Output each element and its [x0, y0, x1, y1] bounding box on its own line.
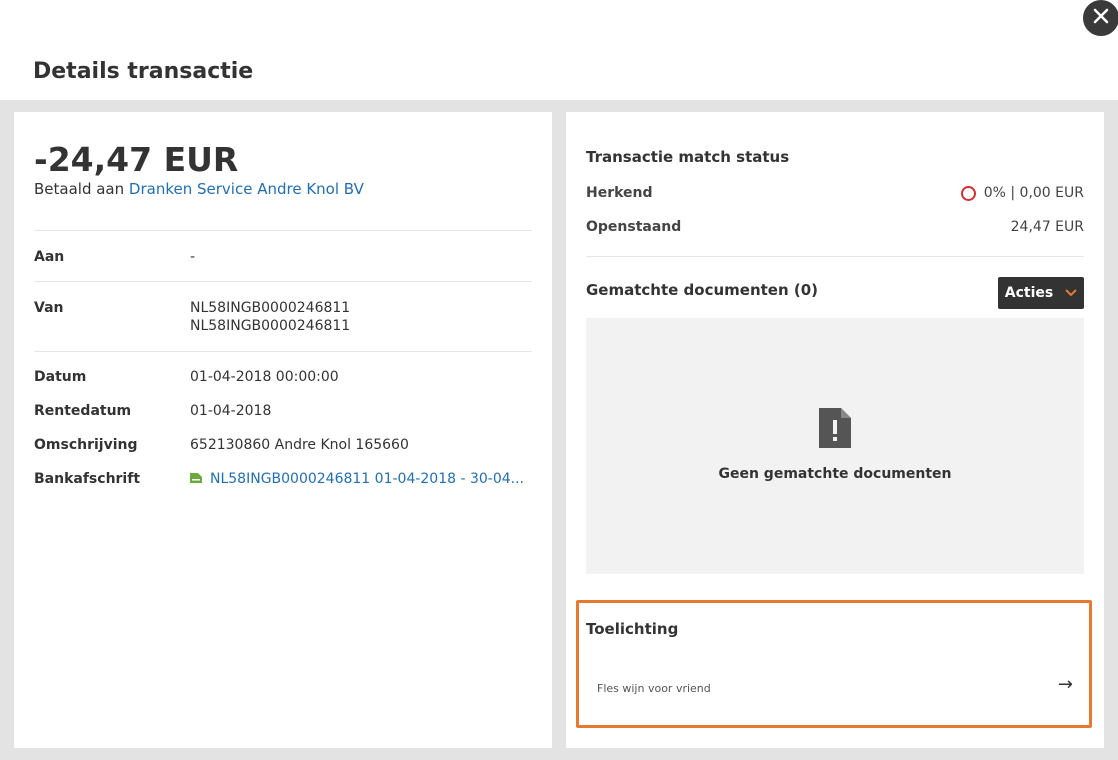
document-warning-icon: [819, 408, 851, 452]
match-status-title: Transactie match status: [586, 148, 790, 166]
divider: [586, 256, 1084, 257]
rentedatum-value: 01-04-2018: [190, 403, 272, 419]
herkend-label: Herkend: [586, 185, 653, 201]
bankafschrift-link[interactable]: NL58INGB0000246811 01-04-2018 - 30-04...: [190, 471, 524, 487]
paid-to-prefix: Betaald aan: [34, 180, 125, 198]
aan-label: Aan: [34, 249, 65, 265]
aan-value: -: [190, 249, 196, 265]
van-value-2: NL58INGB0000246811: [190, 318, 351, 334]
matched-documents-title: Gematchte documenten (0): [586, 281, 819, 299]
divider: [34, 351, 532, 352]
herkend-value-wrap: 0% | 0,00 EUR: [960, 185, 1084, 201]
omschrijving-label: Omschrijving: [34, 437, 138, 453]
status-circle-icon: [960, 185, 976, 201]
herkend-value: 0% | 0,00 EUR: [983, 185, 1084, 201]
modal-header: Details transactie: [0, 0, 1118, 100]
transaction-info-panel: -24,47 EUR Betaald aan Dranken Service A…: [14, 112, 552, 748]
modal-title: Details transactie: [33, 59, 254, 84]
note-input[interactable]: Fles wijn voor vriend: [597, 682, 711, 695]
datum-value: 01-04-2018 00:00:00: [190, 369, 339, 385]
van-label: Van: [34, 300, 64, 316]
actions-button[interactable]: Acties: [998, 277, 1084, 309]
bank-statement-icon: [190, 471, 202, 487]
bankafschrift-label: Bankafschrift: [34, 471, 141, 487]
paid-to-link[interactable]: Dranken Service Andre Knol BV: [129, 180, 364, 198]
divider: [34, 230, 532, 231]
datum-label: Datum: [34, 369, 87, 385]
openstaand-label: Openstaand: [586, 219, 682, 235]
van-value-1: NL58INGB0000246811: [190, 300, 351, 316]
chevron-down-icon: [1065, 285, 1077, 301]
arrow-right-icon[interactable]: →: [1058, 674, 1073, 695]
match-panel: Transactie match status Herkend 0% | 0,0…: [566, 112, 1104, 748]
note-section: Toelichting Fles wijn voor vriend →: [576, 600, 1092, 728]
transaction-amount: -24,47 EUR: [34, 140, 239, 179]
transaction-details-modal: Details transactie -24,47 EUR Betaald aa…: [0, 0, 1118, 760]
empty-documents-text: Geen gematchte documenten: [718, 466, 952, 482]
openstaand-value: 24,47 EUR: [1010, 219, 1084, 235]
omschrijving-value: 652130860 Andre Knol 165660: [190, 437, 409, 453]
actions-label: Acties: [1004, 285, 1054, 301]
modal-body: -24,47 EUR Betaald aan Dranken Service A…: [0, 100, 1118, 760]
close-button[interactable]: [1081, 0, 1118, 38]
bankafschrift-value: NL58INGB0000246811 01-04-2018 - 30-04...: [210, 471, 525, 487]
empty-documents-box: Geen gematchte documenten: [586, 318, 1084, 574]
paid-to: Betaald aan Dranken Service Andre Knol B…: [34, 180, 364, 198]
note-title: Toelichting: [586, 620, 679, 638]
divider: [34, 281, 532, 282]
close-icon: [1093, 8, 1109, 28]
rentedatum-label: Rentedatum: [34, 403, 132, 419]
